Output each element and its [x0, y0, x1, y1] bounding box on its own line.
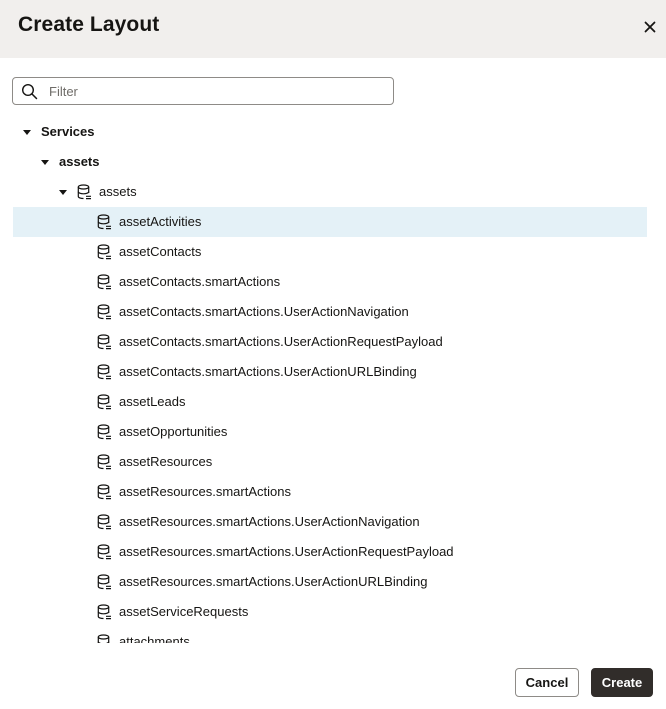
database-icon — [97, 574, 111, 590]
tree-node-service[interactable]: assets — [13, 147, 647, 177]
database-icon — [97, 364, 111, 380]
tree-item[interactable]: assetResources.smartActions — [13, 477, 647, 507]
tree-item-label: attachments — [119, 634, 190, 644]
tree-node-label: assets — [59, 154, 100, 169]
tree-item[interactable]: assetActivities — [13, 207, 647, 237]
database-icon — [77, 184, 91, 200]
tree-item-label: assetResources — [119, 454, 213, 469]
tree-item-label: assetResources.smartActions.UserActionNa… — [119, 514, 420, 529]
filter-field[interactable] — [12, 77, 394, 105]
tree-item-label: assetResources.smartActions.UserActionUR… — [119, 574, 428, 589]
tree-item-label: assetServiceRequests — [119, 604, 249, 619]
database-icon — [97, 514, 111, 530]
search-icon — [21, 83, 38, 100]
tree-item-label: assetResources.smartActions — [119, 484, 291, 499]
database-icon — [97, 304, 111, 320]
tree-item[interactable]: assetContacts.smartActions.UserActionNav… — [13, 297, 647, 327]
database-icon — [97, 634, 110, 643]
tree-item-label: assetContacts.smartActions.UserActionNav… — [119, 304, 409, 319]
database-icon — [97, 244, 111, 260]
service-tree: Services assets assets assetActivities as… — [0, 117, 666, 643]
tree-item[interactable]: assetLeads — [13, 387, 647, 417]
tree-item[interactable]: assetResources.smartActions.UserActionRe… — [13, 537, 647, 567]
tree-node-label: assets — [99, 184, 137, 199]
tree-item[interactable]: assetResources — [13, 447, 647, 477]
tree-node-label: Services — [41, 124, 95, 139]
database-icon — [97, 484, 111, 500]
tree-item[interactable]: attachments — [13, 627, 647, 643]
tree-item-label: assetResources.smartActions.UserActionRe… — [119, 544, 454, 559]
caret-down-icon[interactable] — [41, 160, 49, 165]
caret-down-icon[interactable] — [59, 190, 67, 195]
tree-node-services[interactable]: Services — [13, 117, 647, 147]
caret-down-icon[interactable] — [23, 130, 31, 135]
tree-item[interactable]: assetContacts.smartActions — [13, 267, 647, 297]
tree-item-label: assetContacts.smartActions — [119, 274, 281, 289]
database-icon — [97, 334, 111, 350]
database-icon — [97, 214, 111, 230]
tree-item[interactable]: assetResources.smartActions.UserActionUR… — [13, 567, 647, 597]
tree-item[interactable]: assetContacts.smartActions.UserActionReq… — [13, 327, 647, 357]
close-icon — [644, 21, 656, 33]
tree-node-endpoint[interactable]: assets — [13, 177, 647, 207]
database-icon — [97, 454, 111, 470]
tree-item-label: assetContacts.smartActions.UserActionReq… — [119, 334, 443, 349]
tree-item-label: assetContacts.smartActions.UserActionURL… — [119, 364, 417, 379]
tree-item-label: assetActivities — [119, 214, 202, 229]
cancel-button[interactable]: Cancel — [515, 668, 579, 697]
tree-item-label: assetContacts — [119, 244, 202, 259]
dialog-title: Create Layout — [18, 13, 160, 36]
tree-item[interactable]: assetOpportunities — [13, 417, 647, 447]
tree-item[interactable]: assetContacts.smartActions.UserActionURL… — [13, 357, 647, 387]
dialog-header: Create Layout — [0, 0, 666, 58]
database-icon — [97, 544, 111, 560]
tree-item[interactable]: assetResources.smartActions.UserActionNa… — [13, 507, 647, 537]
database-icon — [97, 274, 111, 290]
tree-item-label: assetLeads — [119, 394, 186, 409]
tree-item-label: assetOpportunities — [119, 424, 228, 439]
tree-item[interactable]: assetServiceRequests — [13, 597, 647, 627]
filter-input[interactable] — [49, 81, 385, 101]
database-icon — [97, 424, 111, 440]
create-button[interactable]: Create — [591, 668, 653, 697]
database-icon — [97, 604, 111, 620]
tree-item[interactable]: assetContacts — [13, 237, 647, 267]
database-icon — [97, 394, 111, 410]
close-button[interactable] — [636, 13, 664, 41]
